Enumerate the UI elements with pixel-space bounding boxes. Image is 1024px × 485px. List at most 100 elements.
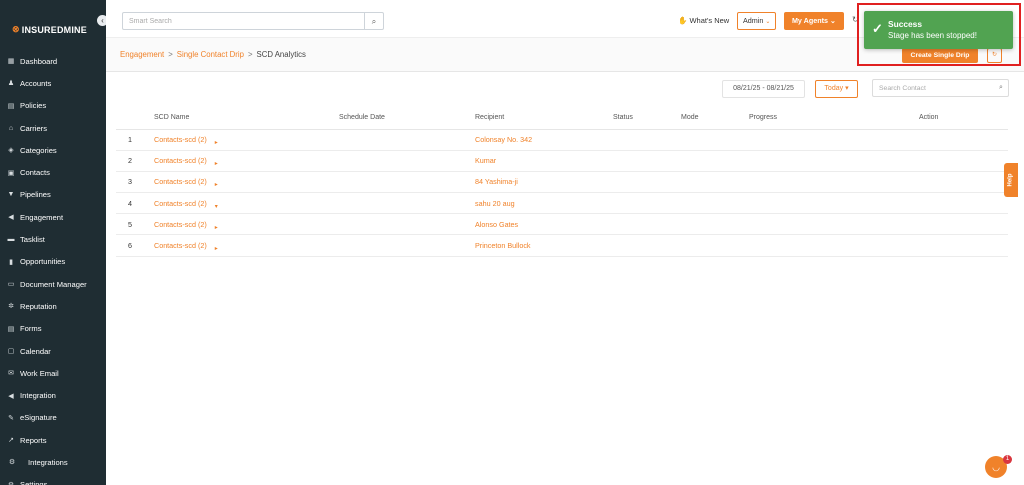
sidebar-item-calendar[interactable]: ▢ Calendar [0,340,106,362]
recipient-cell-text[interactable]: 84 Yashima-ji [475,177,518,186]
row-index-text: 2 [128,156,132,166]
sidebar-item-policies[interactable]: ▤ Policies [0,95,106,117]
dashboard-icon: ▦ [7,58,15,66]
sidebar-item-label: Pipelines [20,190,51,200]
chat-notification-badge: 1 [1003,455,1012,464]
column-header-schedule-date[interactable]: Schedule Date [339,107,475,130]
column-header-recipient[interactable]: Recipient [475,107,613,130]
mode-cell [681,129,749,151]
schedule-date-cell [339,129,475,151]
caret-right-icon[interactable]: ▸ [215,245,218,252]
column-header-mode[interactable]: Mode [681,107,749,130]
progress-cell [749,129,919,151]
row-index-text: 6 [128,241,132,251]
progress-cell [749,192,919,215]
sidebar-item-label: Dashboard [20,56,58,66]
search-contact-input[interactable] [873,84,994,92]
sidebar-item-pipelines[interactable]: ▼ Pipelines [0,184,106,206]
sidebar-item-tasklist[interactable]: ▬ Tasklist [0,228,106,250]
action-cell [919,171,1008,194]
caret-down-icon[interactable]: ▾ [215,203,218,210]
sidebar-item-document-manager[interactable]: ▭ Document Manager [0,273,106,295]
column-header-scd-name[interactable]: SCD Name [154,107,339,130]
today-label: Today [824,85,844,92]
sidebar-item-opportunities[interactable]: ▮ Opportunities [0,251,106,273]
search-icon[interactable]: ⌕ [364,13,383,29]
sidebar-item-reports[interactable]: ↗ Reports [0,429,106,451]
brand-logo[interactable]: ⊗ INSUREDMINE [12,24,87,35]
status-cell [613,234,681,257]
recipient-cell-text[interactable]: Princeton Bullock [475,241,531,250]
sidebar-item-integrations[interactable]: ⚙ Integrations [0,451,106,473]
sidebar-item-contacts[interactable]: ▣ Contacts [0,161,106,183]
admin-dropdown[interactable]: Admin ⌄ [737,12,776,30]
scd-name-cell-text[interactable]: Contacts-scd (2) [154,199,207,208]
sidebar-item-categories[interactable]: ◈ Categories [0,139,106,161]
progress-cell [749,171,919,194]
whats-new-label: What's New [689,16,730,25]
sidebar-item-label: Tasklist [20,235,45,245]
scd-name-cell-text[interactable]: Contacts-scd (2) [154,156,207,165]
row-index: 3 [116,171,154,194]
sidebar-item-label: Opportunities [20,257,66,267]
recipient-cell-text[interactable]: sahu 20 aug [475,199,515,208]
recipient-cell: Kumar [475,150,613,172]
whats-new-link[interactable]: ✋ What's New [678,16,729,25]
search-icon[interactable]: ⌕ [994,84,1008,92]
row-index-text: 5 [128,219,132,229]
my-agents-button[interactable]: My Agents ⌄ [784,12,844,30]
scd-name-cell-text[interactable]: Contacts-scd (2) [154,220,207,229]
sidebar-item-carriers[interactable]: ⌂ Carriers [0,117,106,139]
caret-right-icon[interactable]: ▸ [215,181,218,188]
sidebar-item-engagement[interactable]: ◀ Engagement [0,206,106,228]
smart-search-input[interactable] [123,13,364,29]
recipient-cell-text[interactable]: Colonsay No. 342 [475,135,532,144]
pipelines-icon: ▼ [7,191,15,199]
mode-cell [681,171,749,194]
row-index-text: 3 [128,177,132,187]
row-index-text: 4 [128,198,132,208]
action-cell [919,150,1008,172]
caret-right-icon[interactable]: ▸ [215,160,218,167]
mode-cell [681,234,749,257]
success-toast[interactable]: ✓ Success Stage has been stopped! [864,11,1013,49]
sidebar-item-label: Settings [20,480,48,485]
sidebar-item-forms[interactable]: ▤ Forms [0,318,106,340]
caret-right-icon[interactable]: ▸ [215,224,218,231]
sidebar-item-reputation[interactable]: ✲ Reputation [0,295,106,317]
scd-name-cell-text[interactable]: Contacts-scd (2) [154,241,207,250]
column-header-action: Action [919,107,1008,130]
column-header-status[interactable]: Status [613,107,681,130]
scd-name-cell: Contacts-scd (2) ▸ [154,171,339,194]
recipient-cell-text[interactable]: Kumar [475,156,496,165]
scd-name-cell-text[interactable]: Contacts-scd (2) [154,177,207,186]
date-range-picker[interactable]: 08/21/25 - 08/21/25 [722,80,805,98]
schedule-date-cell [339,234,475,257]
column-header-progress[interactable]: Progress [749,107,919,130]
breadcrumb-engagement[interactable]: Engagement [120,50,164,59]
sidebar-item-label: Engagement [20,212,64,222]
sidebar-item-settings[interactable]: ⚙ Settings [0,474,106,485]
scd-name-cell-text[interactable]: Contacts-scd (2) [154,135,207,144]
help-tab[interactable]: Help [1004,163,1018,197]
recipient-cell-text[interactable]: Alonso Gates [475,220,518,229]
status-cell [613,171,681,194]
table-row: 6 Contacts-scd (2) ▸ Princeton Bullock [116,234,1008,257]
sidebar-item-label: eSignature [20,413,57,423]
table-row: 5 Contacts-scd (2) ▸ Alonso Gates [116,213,1008,236]
recipient-cell: Princeton Bullock [475,234,613,257]
breadcrumb-single-contact-drip[interactable]: Single Contact Drip [177,50,244,59]
hand-wave-icon: ✋ [678,16,688,25]
caret-right-icon[interactable]: ▸ [215,139,218,146]
sidebar-item-esignature[interactable]: ✎ eSignature [0,407,106,429]
sidebar-item-label: Calendar [20,346,51,356]
today-dropdown[interactable]: Today ▾ [815,80,858,98]
row-index: 4 [116,192,154,215]
sidebar-item-work-email[interactable]: ✉ Work Email [0,362,106,384]
sidebar-item-accounts[interactable]: ♟ Accounts [0,72,106,94]
calendar-icon: ▢ [7,348,15,355]
sidebar-item-label: Integrations [28,457,68,467]
schedule-date-cell [339,171,475,194]
sidebar-item-dashboard[interactable]: ▦ Dashboard [0,50,106,72]
sidebar-item-integration[interactable]: ◀ Integration [0,384,106,406]
